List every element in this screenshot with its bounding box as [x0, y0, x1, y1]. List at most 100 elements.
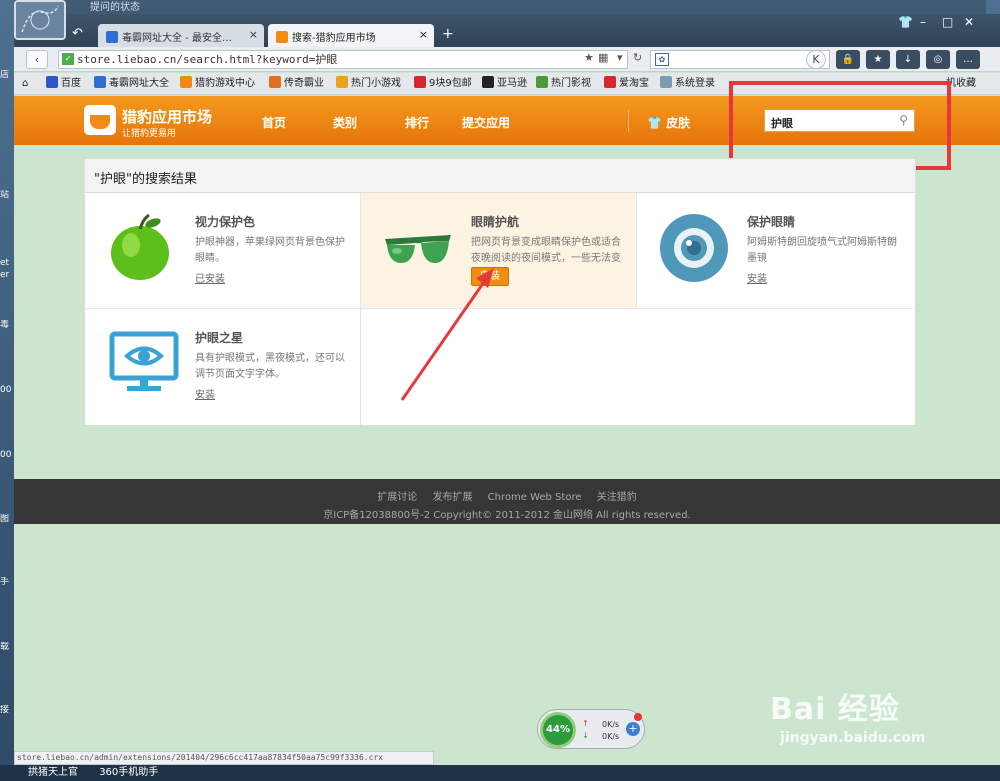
desktop-icon-fragment[interactable]: 接 — [0, 705, 12, 727]
paw-icon[interactable]: ✿ — [655, 53, 669, 66]
bookmark-item[interactable]: 系统登录 — [660, 73, 715, 94]
footer-link[interactable]: 关注猎豹 — [597, 492, 637, 503]
nav-submit-app[interactable]: 提交应用 — [462, 114, 510, 131]
network-speed-widget[interactable]: 44% ↑ ↓ 0K/s 0K/s + — [537, 709, 645, 749]
new-tab-button[interactable]: + — [442, 26, 454, 42]
footer-copyright: 京ICP备12038800号-2 Copyright© 2011-2012 金山… — [323, 510, 691, 521]
install-button[interactable]: 安装 — [471, 267, 509, 286]
bookmark-favicon-icon — [269, 76, 281, 88]
app-name[interactable]: 眼睛护航 — [471, 213, 519, 230]
refresh-icon[interactable]: ↻ — [633, 51, 642, 64]
skin-button[interactable]: 👕 皮肤 — [647, 114, 690, 131]
store-logo-title[interactable]: 猎豹应用市场 — [122, 106, 212, 127]
back-button[interactable]: ‹ — [26, 50, 48, 69]
desktop-icon-fragment[interactable]: 载 — [0, 642, 12, 664]
bookmark-item[interactable]: 热门影视 — [536, 73, 591, 94]
close-tab-icon[interactable]: × — [249, 28, 258, 41]
download-arrow-icon: ↓ — [582, 731, 589, 740]
result-card[interactable]: 护眼之星 具有护眼模式，黑夜模式，还可以调节页面文字字体。 安装 — [85, 309, 361, 425]
bookmark-favicon-icon — [94, 76, 106, 88]
upload-speed: 0K/s — [602, 720, 620, 729]
bookmark-item[interactable]: 猎豹游戏中心 — [180, 73, 255, 94]
status-bar: store.liebao.cn/admin/extensions/201404/… — [14, 751, 434, 765]
install-link[interactable]: 安装 — [747, 270, 767, 285]
lock-icon[interactable]: 🔒 — [836, 50, 860, 69]
watermark-domain: jingyan.baidu.com — [780, 730, 926, 746]
nav-category[interactable]: 类别 — [333, 114, 357, 131]
desktop-icon-fragment[interactable]: 图 — [0, 514, 12, 536]
app-name[interactable]: 保护眼睛 — [747, 213, 795, 230]
bookmark-item[interactable]: 毒霸网址大全 — [94, 73, 169, 94]
baidu-watermark: Bai 经验 jingyan.baidu.com — [770, 684, 926, 746]
app-description: 护眼神器，苹果绿网页背景色保护眼睛。 — [195, 237, 345, 264]
store-logo-icon[interactable] — [84, 105, 116, 135]
bookmark-item[interactable]: 9块9包邮 — [414, 73, 472, 94]
desktop-icon-fragment[interactable]: 站 — [0, 190, 12, 212]
tab-duba[interactable]: 毒霸网址大全 - 最安全… × — [98, 24, 264, 47]
shirt-icon: 👕 — [647, 116, 662, 130]
tab-liebao-search[interactable]: 搜索-猎豹应用市场 × — [268, 24, 434, 47]
watermark-brand: Bai 经验 — [770, 692, 900, 727]
game-icon[interactable]: ◎ — [926, 50, 950, 69]
nav-ranking[interactable]: 排行 — [405, 114, 429, 131]
home-icon[interactable]: ⌂ — [22, 73, 28, 94]
star-favorite-icon[interactable]: ★ — [866, 50, 890, 69]
desktop-icon-fragment[interactable]: er — [0, 270, 12, 292]
taskbar-item[interactable]: 360手机助手 — [99, 767, 158, 778]
tab-title: 毒霸网址大全 - 最安全… — [122, 33, 232, 44]
taskbar: 拱猪天上官 360手机助手 — [0, 765, 1000, 781]
bookmark-item[interactable]: 百度 — [46, 73, 81, 94]
search-engine-box[interactable]: ✿ ⚲ — [650, 50, 830, 69]
bookmark-favicon-icon — [604, 76, 616, 88]
installed-link[interactable]: 已安装 — [195, 270, 225, 285]
qr-code-icon[interactable]: ▦ — [598, 51, 608, 64]
secure-check-icon: ✓ — [62, 53, 74, 65]
eye-circle-icon — [660, 214, 728, 282]
footer-link[interactable]: 发布扩展 — [432, 492, 472, 503]
address-bar[interactable]: ✓ store.liebao.cn/search.html?keyword=护眼 — [58, 50, 628, 69]
notification-dot-icon — [634, 713, 642, 721]
desktop-top-label: 提问的状态 — [90, 2, 140, 13]
user-avatar[interactable] — [14, 0, 66, 40]
desktop-icon-fragment[interactable]: 毒 — [0, 320, 12, 342]
dropdown-icon[interactable]: ▾ — [617, 51, 623, 64]
kingsoft-icon[interactable]: K — [806, 50, 826, 69]
close-window-icon[interactable]: ✕ — [964, 15, 974, 29]
navigation-bar: ‹ ✓ store.liebao.cn/search.html?keyword=… — [14, 47, 1000, 72]
bookmark-item[interactable]: 爱淘宝 — [604, 73, 649, 94]
desktop-icon-fragment[interactable]: 手 — [0, 577, 12, 599]
sunglasses-icon — [385, 235, 451, 263]
skin-shirt-icon[interactable]: 👕 — [898, 15, 913, 29]
liebao-favicon-icon — [276, 31, 288, 43]
bookmark-favicon-icon — [46, 76, 58, 88]
expand-plus-icon[interactable]: + — [626, 722, 640, 736]
maximize-icon[interactable]: □ — [942, 15, 953, 29]
undo-close-tab-icon[interactable]: ↶ — [72, 26, 83, 41]
bookmark-item[interactable]: 热门小游戏 — [336, 73, 401, 94]
app-name[interactable]: 视力保护色 — [195, 213, 255, 230]
nav-home[interactable]: 首页 — [262, 114, 286, 131]
star-icon[interactable]: ★ — [584, 51, 594, 64]
download-speed: 0K/s — [602, 732, 620, 741]
bookmark-item[interactable]: 亚马逊 — [482, 73, 527, 94]
close-tab-icon[interactable]: × — [419, 28, 428, 41]
taskbar-item[interactable]: 拱猪天上官 — [28, 767, 78, 778]
desktop-icon-fragment[interactable]: 003 — [0, 385, 12, 407]
minimize-icon[interactable]: – — [920, 15, 926, 29]
desktop-icon-fragment[interactable]: 店 — [0, 70, 12, 92]
url-text: store.liebao.cn/search.html?keyword=护眼 — [77, 53, 338, 66]
desktop-icon-fragment[interactable]: 003 — [0, 450, 12, 472]
install-link[interactable]: 安装 — [195, 386, 215, 401]
tab-title: 搜索-猎豹应用市场 — [292, 33, 376, 44]
app-name[interactable]: 护眼之星 — [195, 329, 243, 346]
result-card[interactable]: 眼睛护航 把网页背景变成眼睛保护色或适合夜晚阅读的夜间模式，一些无法变 安装 — [361, 193, 637, 309]
footer-link[interactable]: 扩展讨论 — [377, 492, 417, 503]
result-card[interactable]: 保护眼睛 阿姆斯特朗回旋喷气式阿姆斯特朗墨镜 安装 — [637, 193, 913, 309]
download-icon[interactable]: ↓ — [896, 50, 920, 69]
upload-arrow-icon: ↑ — [582, 719, 589, 728]
bookmark-item[interactable]: 传奇霸业 — [269, 73, 324, 94]
footer-link[interactable]: Chrome Web Store — [488, 492, 582, 503]
menu-icon[interactable]: … — [956, 50, 980, 69]
memory-percent: 44% — [540, 712, 576, 748]
result-card[interactable]: 视力保护色 护眼神器，苹果绿网页背景色保护眼睛。 已安装 — [85, 193, 361, 309]
